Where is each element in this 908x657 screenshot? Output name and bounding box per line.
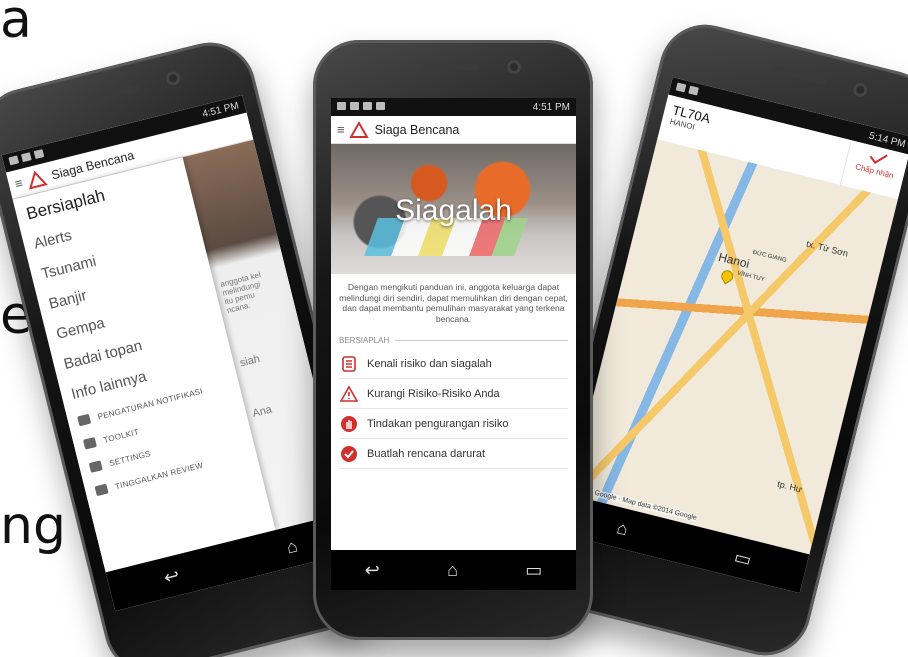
list-item-label: Kurangi Risiko-Risiko Anda bbox=[367, 387, 500, 400]
drawer-item-review[interactable]: TINGGALKAN REVIEW bbox=[94, 447, 258, 497]
speaker bbox=[84, 83, 141, 105]
app-logo-icon bbox=[348, 120, 369, 138]
back-icon[interactable]: ↩ bbox=[162, 564, 182, 588]
map-pin-icon[interactable] bbox=[718, 267, 736, 285]
intro-text: Dengan mengikuti panduan ini, anggota ke… bbox=[339, 282, 568, 324]
checklist-icon bbox=[339, 354, 359, 374]
menu-icon[interactable]: ≡ bbox=[337, 122, 345, 137]
back-icon[interactable]: ↩ bbox=[365, 560, 380, 581]
camera bbox=[164, 69, 182, 87]
notification-icon bbox=[33, 148, 45, 159]
list-item-label: Tindakan pengurangan risiko bbox=[367, 417, 509, 430]
notification-icon bbox=[688, 85, 700, 96]
warning-icon bbox=[339, 384, 359, 404]
phone-middle: 4:51 PM ≡ Siaga Bencana Siagalah Dengan … bbox=[313, 40, 593, 640]
drawer-item-toolkit[interactable]: TOOLKIT bbox=[82, 400, 246, 450]
menu-icon[interactable]: ≡ bbox=[13, 175, 24, 191]
drawer-item-settings[interactable]: SETTINGS bbox=[88, 423, 252, 473]
sliders-icon bbox=[88, 460, 103, 473]
notification-icon bbox=[363, 101, 372, 110]
drawer-sub-label: TINGGALKAN REVIEW bbox=[114, 460, 205, 491]
behind-text: Ana bbox=[251, 403, 274, 420]
drawer-sub-label: SETTINGS bbox=[108, 448, 152, 468]
notification-icon bbox=[8, 154, 19, 165]
hero-title: Siagalah bbox=[395, 194, 512, 227]
list-item-kurangi-risiko[interactable]: Kurangi Risiko-Risiko Anda bbox=[339, 379, 568, 409]
hero-image: Siagalah bbox=[331, 144, 576, 274]
notification-icon bbox=[376, 101, 385, 110]
notification-icon bbox=[337, 101, 346, 110]
bg-text-fragment: ng bbox=[0, 496, 66, 556]
notification-icon bbox=[350, 101, 359, 110]
camera bbox=[507, 60, 521, 74]
list-item-rencana-darurat[interactable]: Buatlah rencana darurat bbox=[339, 439, 568, 469]
behind-text: siah bbox=[238, 352, 262, 370]
list-item-kenali-risiko[interactable]: Kenali risiko dan siagalah bbox=[339, 349, 568, 379]
home-icon[interactable]: ⌂ bbox=[615, 517, 630, 540]
location-pin-icon bbox=[77, 413, 92, 427]
app-logo-icon bbox=[28, 170, 48, 190]
map-view[interactable]: Hanoi tx. Từ Sơn ĐỨC GIANG VĨNH TUY tp. … bbox=[568, 139, 898, 555]
hand-icon bbox=[339, 414, 359, 434]
recent-apps-icon[interactable]: ▭ bbox=[525, 560, 542, 581]
app-title: Siaga Bencana bbox=[374, 122, 460, 137]
map-label: VĨNH TUY bbox=[736, 270, 765, 284]
speaker bbox=[423, 64, 479, 71]
check-icon bbox=[339, 444, 359, 464]
map-label: tx. Từ Sơn bbox=[805, 238, 850, 259]
home-icon[interactable]: ⌂ bbox=[284, 535, 300, 558]
screen: 4:51 PM ≡ Siaga Bencana Siagalah Dengan … bbox=[331, 98, 576, 590]
section-header: BERSIAPLAH bbox=[331, 332, 576, 349]
map-label: Hanoi bbox=[717, 249, 751, 271]
list-item-tindakan[interactable]: Tindakan pengurangan risiko bbox=[339, 409, 568, 439]
review-icon bbox=[94, 483, 109, 497]
camera bbox=[851, 81, 869, 99]
notification-icon bbox=[675, 81, 687, 92]
bg-text-fragment: a bbox=[0, 0, 32, 50]
list-item-label: Buatlah rencana darurat bbox=[367, 447, 486, 460]
map-label: tp. Hư bbox=[776, 478, 804, 495]
status-time: 4:51 PM bbox=[532, 101, 570, 113]
app-bar: ≡ Siaga Bencana bbox=[331, 116, 576, 144]
status-bar: 4:51 PM bbox=[331, 98, 576, 116]
map-label: ĐỨC GIANG bbox=[751, 249, 788, 265]
notification-icon bbox=[20, 151, 32, 162]
speaker bbox=[770, 64, 827, 86]
list-item-label: Kenali risiko dan siagalah bbox=[367, 357, 492, 370]
home-icon[interactable]: ⌂ bbox=[447, 560, 458, 581]
toolbox-icon bbox=[82, 437, 97, 450]
system-nav-bar: ↩ ⌂ ▭ bbox=[331, 550, 576, 590]
recent-apps-icon[interactable]: ▭ bbox=[732, 546, 753, 570]
drawer-sub-label: TOOLKIT bbox=[102, 426, 140, 445]
screen: 5:14 PM TL70A HANOI Chấp nhận Hanoi tx. … bbox=[559, 77, 908, 594]
